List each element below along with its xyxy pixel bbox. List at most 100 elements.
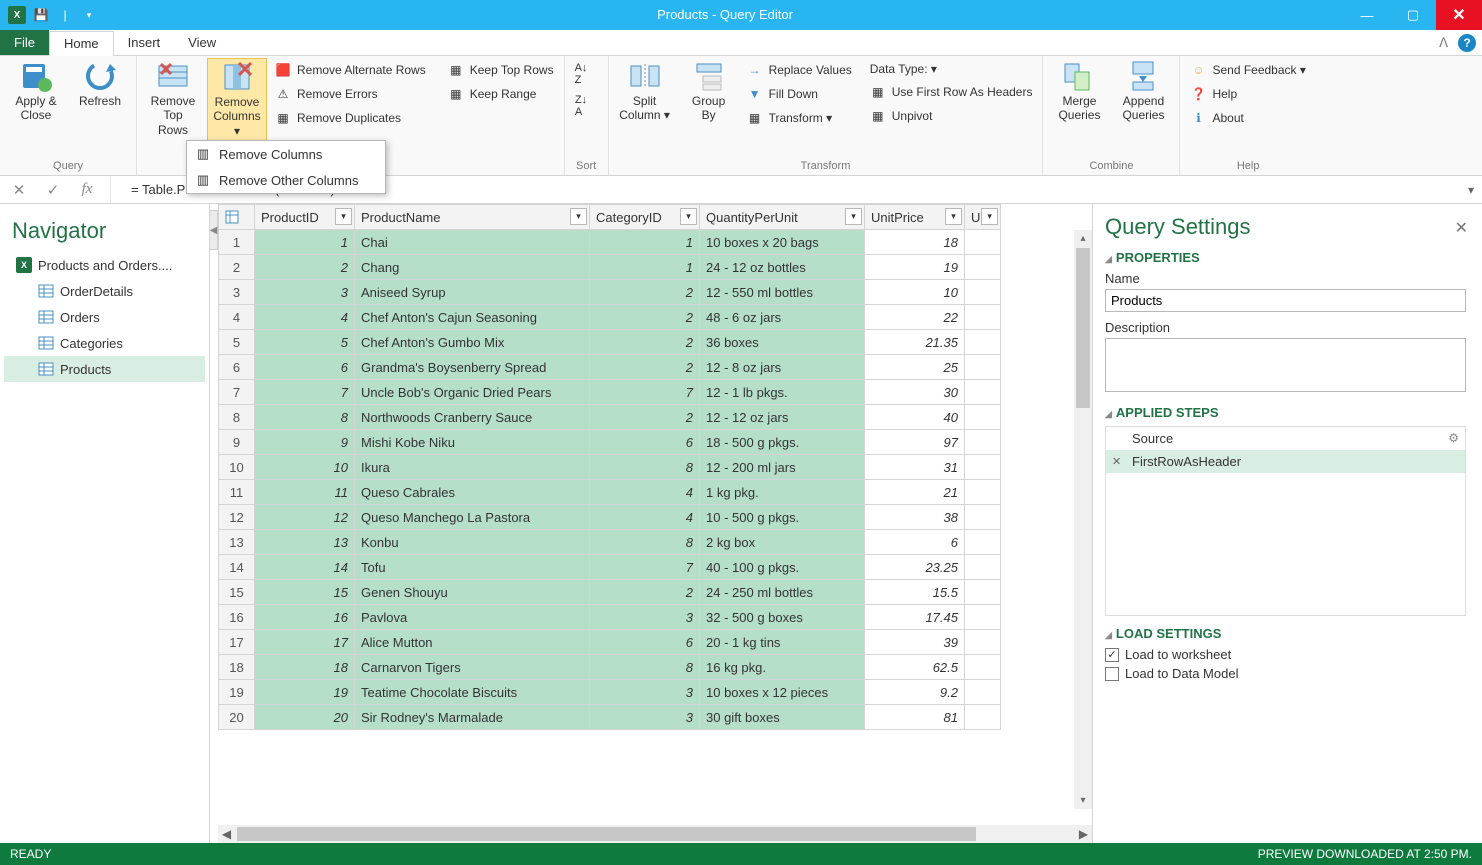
keep-top-rows-button[interactable]: ▦Keep Top Rows bbox=[444, 60, 558, 80]
cell-unitprice[interactable]: 81 bbox=[865, 705, 965, 730]
filter-dropdown-icon[interactable]: ▾ bbox=[335, 208, 352, 225]
cell-quantityperunit[interactable]: 12 - 1 lb pkgs. bbox=[700, 380, 865, 405]
filter-dropdown-icon[interactable]: ▾ bbox=[845, 208, 862, 225]
cell-productname[interactable]: Alice Mutton bbox=[355, 630, 590, 655]
cell-productid[interactable]: 20 bbox=[255, 705, 355, 730]
cell-quantityperunit[interactable]: 12 - 12 oz jars bbox=[700, 405, 865, 430]
cell-productname[interactable]: Mishi Kobe Niku bbox=[355, 430, 590, 455]
cell-unit[interactable] bbox=[965, 430, 1001, 455]
gear-icon[interactable]: ⚙ bbox=[1448, 431, 1459, 445]
column-header-categoryid[interactable]: CategoryID▾ bbox=[590, 205, 700, 230]
table-row[interactable]: 1010Ikura812 - 200 ml jars31 bbox=[219, 455, 1001, 480]
nav-item-categories[interactable]: Categories bbox=[4, 330, 205, 356]
cell-categoryid[interactable]: 4 bbox=[590, 505, 700, 530]
cell-productname[interactable]: Konbu bbox=[355, 530, 590, 555]
cell-unit[interactable] bbox=[965, 580, 1001, 605]
table-row[interactable]: 1919Teatime Chocolate Biscuits310 boxes … bbox=[219, 680, 1001, 705]
cell-productname[interactable]: Chai bbox=[355, 230, 590, 255]
merge-queries-button[interactable]: Merge Queries bbox=[1049, 58, 1109, 125]
cell-productname[interactable]: Pavlova bbox=[355, 605, 590, 630]
filter-dropdown-icon[interactable]: ▾ bbox=[680, 208, 697, 225]
filter-dropdown-icon[interactable]: ▾ bbox=[945, 208, 962, 225]
cell-unit[interactable] bbox=[965, 380, 1001, 405]
corner-cell[interactable] bbox=[219, 205, 255, 230]
table-row[interactable]: 1818Carnarvon Tigers816 kg pkg.62.5 bbox=[219, 655, 1001, 680]
cell-unit[interactable] bbox=[965, 330, 1001, 355]
cell-unit[interactable] bbox=[965, 480, 1001, 505]
remove-columns-button[interactable]: Remove Columns ▾ bbox=[207, 58, 267, 141]
collapse-ribbon-icon[interactable]: ᐱ bbox=[1439, 35, 1448, 51]
filter-dropdown-icon[interactable]: ▾ bbox=[981, 208, 998, 225]
scroll-right-icon[interactable]: ▶ bbox=[1075, 827, 1092, 841]
qat-save-icon[interactable]: 💾 bbox=[30, 4, 52, 26]
cell-quantityperunit[interactable]: 40 - 100 g pkgs. bbox=[700, 555, 865, 580]
row-number[interactable]: 19 bbox=[219, 680, 255, 705]
cell-productid[interactable]: 17 bbox=[255, 630, 355, 655]
delete-step-icon[interactable]: ✕ bbox=[1112, 455, 1121, 468]
cell-quantityperunit[interactable]: 2 kg box bbox=[700, 530, 865, 555]
fx-icon[interactable]: fx bbox=[76, 181, 98, 198]
cell-unitprice[interactable]: 31 bbox=[865, 455, 965, 480]
cell-unit[interactable] bbox=[965, 355, 1001, 380]
cell-unit[interactable] bbox=[965, 305, 1001, 330]
column-header-unit[interactable]: Unit▾ bbox=[965, 205, 1001, 230]
cell-quantityperunit[interactable]: 20 - 1 kg tins bbox=[700, 630, 865, 655]
cell-productid[interactable]: 10 bbox=[255, 455, 355, 480]
column-header-unitprice[interactable]: UnitPrice▾ bbox=[865, 205, 965, 230]
hscroll-thumb[interactable] bbox=[237, 827, 976, 841]
row-number[interactable]: 2 bbox=[219, 255, 255, 280]
fill-down-button[interactable]: ▼Fill Down bbox=[743, 84, 856, 104]
load-to-worksheet-checkbox[interactable]: ✓ Load to worksheet bbox=[1105, 647, 1466, 662]
cell-productname[interactable]: Chef Anton's Cajun Seasoning bbox=[355, 305, 590, 330]
cell-quantityperunit[interactable]: 24 - 250 ml bottles bbox=[700, 580, 865, 605]
cell-unit[interactable] bbox=[965, 630, 1001, 655]
query-description-input[interactable] bbox=[1105, 338, 1466, 392]
remove-alternate-rows-button[interactable]: 🟥Remove Alternate Rows bbox=[271, 60, 430, 80]
cell-unit[interactable] bbox=[965, 605, 1001, 630]
table-row[interactable]: 1414Tofu740 - 100 g pkgs.23.25 bbox=[219, 555, 1001, 580]
cell-productname[interactable]: Tofu bbox=[355, 555, 590, 580]
cell-productid[interactable]: 2 bbox=[255, 255, 355, 280]
row-number[interactable]: 9 bbox=[219, 430, 255, 455]
table-row[interactable]: 33Aniseed Syrup212 - 550 ml bottles10 bbox=[219, 280, 1001, 305]
row-number[interactable]: 1 bbox=[219, 230, 255, 255]
scroll-up-icon[interactable]: ▴ bbox=[1074, 230, 1092, 247]
close-query-settings-icon[interactable]: ✕ bbox=[1455, 218, 1468, 238]
nav-item-orders[interactable]: Orders bbox=[4, 304, 205, 330]
cell-productname[interactable]: Queso Cabrales bbox=[355, 480, 590, 505]
cell-productname[interactable]: Aniseed Syrup bbox=[355, 280, 590, 305]
cell-categoryid[interactable]: 3 bbox=[590, 605, 700, 630]
row-number[interactable]: 3 bbox=[219, 280, 255, 305]
cell-productid[interactable]: 5 bbox=[255, 330, 355, 355]
table-row[interactable]: 77Uncle Bob's Organic Dried Pears712 - 1… bbox=[219, 380, 1001, 405]
cell-unitprice[interactable]: 21 bbox=[865, 480, 965, 505]
horizontal-scrollbar[interactable]: ◀ ▶ bbox=[218, 825, 1092, 843]
sort-desc-button[interactable]: Z↓A bbox=[571, 92, 592, 120]
cell-categoryid[interactable]: 2 bbox=[590, 330, 700, 355]
row-number[interactable]: 15 bbox=[219, 580, 255, 605]
cell-categoryid[interactable]: 6 bbox=[590, 430, 700, 455]
row-number[interactable]: 12 bbox=[219, 505, 255, 530]
cell-productname[interactable]: Sir Rodney's Marmalade bbox=[355, 705, 590, 730]
cell-quantityperunit[interactable]: 24 - 12 oz bottles bbox=[700, 255, 865, 280]
remove-duplicates-button[interactable]: ▦Remove Duplicates bbox=[271, 108, 430, 128]
menu-remove-columns[interactable]: ▥Remove Columns bbox=[187, 141, 385, 167]
data-type-button[interactable]: Data Type: ▾ bbox=[866, 60, 1037, 78]
fx-accept-icon[interactable]: ✓ bbox=[42, 181, 64, 199]
row-number[interactable]: 6 bbox=[219, 355, 255, 380]
nav-item-orderdetails[interactable]: OrderDetails bbox=[4, 278, 205, 304]
cell-categoryid[interactable]: 1 bbox=[590, 230, 700, 255]
help-icon[interactable]: ? bbox=[1458, 34, 1476, 52]
tab-file[interactable]: File bbox=[0, 30, 49, 55]
cell-productid[interactable]: 4 bbox=[255, 305, 355, 330]
row-number[interactable]: 17 bbox=[219, 630, 255, 655]
cell-productid[interactable]: 15 bbox=[255, 580, 355, 605]
cell-categoryid[interactable]: 2 bbox=[590, 580, 700, 605]
menu-remove-other-columns[interactable]: ▥Remove Other Columns bbox=[187, 167, 385, 193]
table-row[interactable]: 55Chef Anton's Gumbo Mix236 boxes21.35 bbox=[219, 330, 1001, 355]
cell-quantityperunit[interactable]: 18 - 500 g pkgs. bbox=[700, 430, 865, 455]
table-row[interactable]: 99Mishi Kobe Niku618 - 500 g pkgs.97 bbox=[219, 430, 1001, 455]
cell-categoryid[interactable]: 1 bbox=[590, 255, 700, 280]
apply-close-button[interactable]: Apply & Close bbox=[6, 58, 66, 125]
cell-productname[interactable]: Genen Shouyu bbox=[355, 580, 590, 605]
